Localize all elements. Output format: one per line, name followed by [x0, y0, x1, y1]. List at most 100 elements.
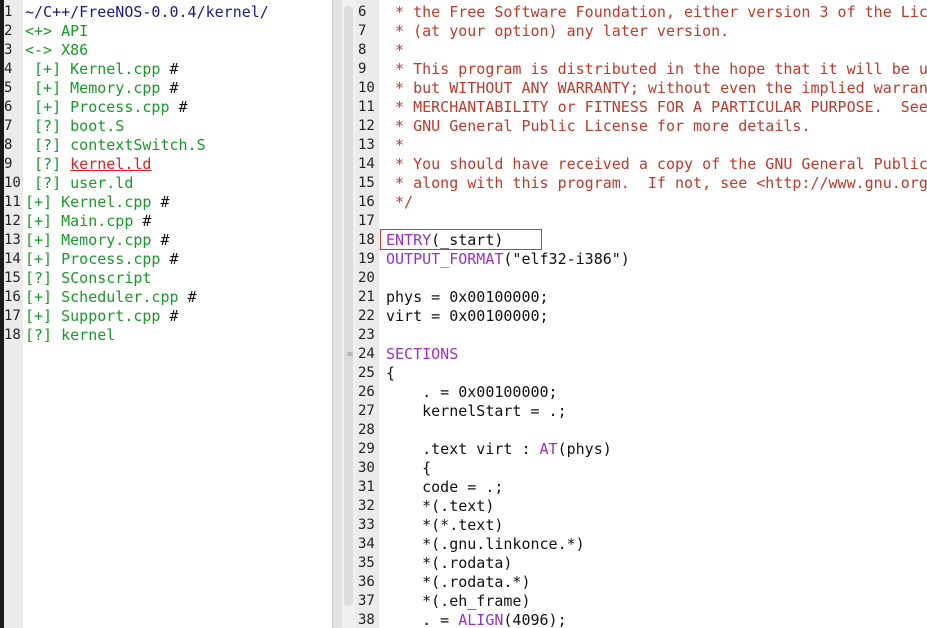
text-segment: phys = 0x00100000; — [386, 288, 549, 306]
text-segment: [?] boot.S — [25, 117, 125, 135]
line-number: 6 — [358, 4, 367, 20]
text-segment: ("elf32-i386") — [503, 250, 630, 268]
code-line: 25 { — [356, 364, 927, 383]
line-number: 10 — [4, 175, 21, 191]
file-tree-line[interactable]: 8 [?] contextSwitch.S — [4, 136, 332, 155]
text-segment: [?] contextSwitch.S — [25, 136, 206, 154]
code-line: 30 { — [356, 459, 927, 478]
text-segment: <-> X86 — [25, 41, 89, 59]
text-segment: ~/C++/FreeNOS-0.0.4/kernel/ — [25, 3, 269, 21]
code-line: 29 .text virt : AT(phys) — [356, 440, 927, 459]
code-line-text: * (at your option) any later version. — [386, 22, 729, 41]
file-tree-line[interactable]: 15 [?] SConscript — [4, 269, 332, 288]
file-tree-line[interactable]: 12 [+] Main.cpp # — [4, 212, 332, 231]
file-tree-line[interactable]: 13 [+] Memory.cpp # — [4, 231, 332, 250]
line-number: 17 — [4, 308, 21, 324]
file-tree-line[interactable]: 7 [?] boot.S — [4, 117, 332, 136]
code-line: 28 — [356, 421, 927, 440]
file-tree-line[interactable]: 18 [?] kernel — [4, 326, 332, 345]
file-tree-line[interactable]: 16 [+] Scheduler.cpp # — [4, 288, 332, 307]
code-line: 27 kernelStart = .; — [356, 402, 927, 421]
code-line-text: * This program is distributed in the hop… — [386, 60, 927, 79]
code-line: 22 virt = 0x00100000; — [356, 307, 927, 326]
text-segment: *(.rodata.*) — [386, 573, 531, 591]
file-tree-line-text: [+] Support.cpp # — [25, 307, 179, 326]
text-segment: *(.gnu.linkonce.*) — [386, 535, 585, 553]
file-tree-line[interactable]: 17 [+] Support.cpp # — [4, 307, 332, 326]
file-tree-lines: 1 ~/C++/FreeNOS-0.0.4/kernel/2 <+> API 3 <->… — [4, 3, 332, 345]
file-tree-line[interactable]: 4 [+] Kernel.cpp # — [4, 60, 332, 79]
text-segment: *(.text) — [386, 497, 495, 515]
file-tree-line[interactable]: 10 [?] user.ld — [4, 174, 332, 193]
line-number: 29 — [358, 441, 375, 457]
code-line: 12 * GNU General Public License for more… — [356, 117, 927, 136]
text-segment: * but WITHOUT ANY WARRANTY; without even… — [386, 79, 927, 97]
file-tree-line[interactable]: 9 [?] kernel.ld — [4, 155, 332, 174]
code-line-text: { — [386, 364, 395, 383]
code-line-text: code = .; — [386, 478, 503, 497]
file-tree-line[interactable]: 14 [+] Process.cpp # — [4, 250, 332, 269]
file-tree-pane[interactable]: 1 ~/C++/FreeNOS-0.0.4/kernel/2 <+> API 3 <->… — [4, 0, 332, 628]
code-line: 23 — [356, 326, 927, 345]
line-number: 13 — [358, 137, 375, 153]
code-line-text: *(*.text) — [386, 516, 503, 535]
line-number: 12 — [358, 118, 375, 134]
text-segment: { — [386, 364, 396, 382]
code-line: 7 * (at your option) any later version. — [356, 22, 927, 41]
code-line: 37 *(.eh_frame) — [356, 592, 927, 611]
text-segment: * You should have received a copy of the… — [386, 155, 927, 173]
line-number: 19 — [358, 251, 375, 267]
file-tree-line[interactable]: 11 [+] Kernel.cpp # — [4, 193, 332, 212]
line-number: 16 — [4, 289, 21, 305]
text-segment: OUTPUT_FORMAT — [386, 250, 504, 268]
line-number: 18 — [358, 232, 375, 248]
code-line-text: * but WITHOUT ANY WARRANTY; without even… — [386, 79, 927, 98]
fold-marker-icon[interactable]: = — [347, 349, 353, 360]
text-segment[interactable]: kernel.ld — [70, 155, 151, 173]
code-line-text: */ — [386, 193, 413, 212]
file-tree-line[interactable]: 2 <+> API — [4, 22, 332, 41]
code-line: 32 *(.text) — [356, 497, 927, 516]
line-number: 14 — [4, 251, 21, 267]
text-segment: [+] Support.cpp — [25, 307, 170, 325]
code-line: 15 * along with this program. If not, se… — [356, 174, 927, 193]
code-line-text: * — [386, 136, 404, 155]
code-line-text: .text virt : AT(phys) — [386, 440, 612, 459]
text-segment: [+] Scheduler.cpp — [25, 288, 188, 306]
line-number: 15 — [358, 175, 375, 191]
text-segment: # — [169, 250, 179, 268]
file-tree-line-text: [+] Process.cpp # — [25, 250, 179, 269]
code-line-text: OUTPUT_FORMAT("elf32-i386") — [386, 250, 630, 269]
code-line-text: * You should have received a copy of the… — [386, 155, 927, 174]
line-number: 24 — [358, 346, 375, 362]
file-tree-line-text: [?] kernel — [25, 326, 115, 345]
file-tree-line-text: [+] Process.cpp # — [25, 98, 188, 117]
file-tree-line[interactable]: 3 <-> X86 — [4, 41, 332, 60]
text-segment: virt = 0x00100000; — [386, 307, 549, 325]
line-number: 34 — [358, 536, 375, 552]
text-segment: [+] Kernel.cpp — [25, 193, 161, 211]
code-line: 11 * MERCHANTABILITY or FITNESS FOR A PA… — [356, 98, 927, 117]
file-tree-line[interactable]: 6 [+] Process.cpp # — [4, 98, 332, 117]
line-number: 12 — [4, 213, 21, 229]
code-line-text: * — [386, 41, 404, 60]
text-segment: * — [386, 41, 405, 59]
line-number: 35 — [358, 555, 375, 571]
code-line: 34 *(.gnu.linkonce.*) — [356, 535, 927, 554]
scrollbar-thumb[interactable] — [344, 6, 353, 606]
line-number: 1 — [4, 4, 13, 20]
file-tree-line[interactable]: 5 [+] Memory.cpp # — [4, 79, 332, 98]
code-lines: 6 * the Free Software Foundation, either… — [356, 3, 927, 628]
line-number: 7 — [358, 23, 367, 39]
text-segment: [+] Kernel.cpp — [25, 60, 170, 78]
code-editor-pane[interactable]: 6 * the Free Software Foundation, either… — [356, 0, 927, 628]
code-line: 9 * This program is distributed in the h… — [356, 60, 927, 79]
line-number: 18 — [4, 327, 21, 343]
line-number: 28 — [358, 422, 375, 438]
code-line-text: *(.text) — [386, 497, 494, 516]
code-line: 35 *(.rodata) — [356, 554, 927, 573]
code-line: 13 * — [356, 136, 927, 155]
file-tree-line[interactable]: 1 ~/C++/FreeNOS-0.0.4/kernel/ — [4, 3, 332, 22]
editor-window: 1 ~/C++/FreeNOS-0.0.4/kernel/2 <+> API 3 <->… — [0, 0, 927, 628]
code-line-text: *(.rodata) — [386, 554, 512, 573]
